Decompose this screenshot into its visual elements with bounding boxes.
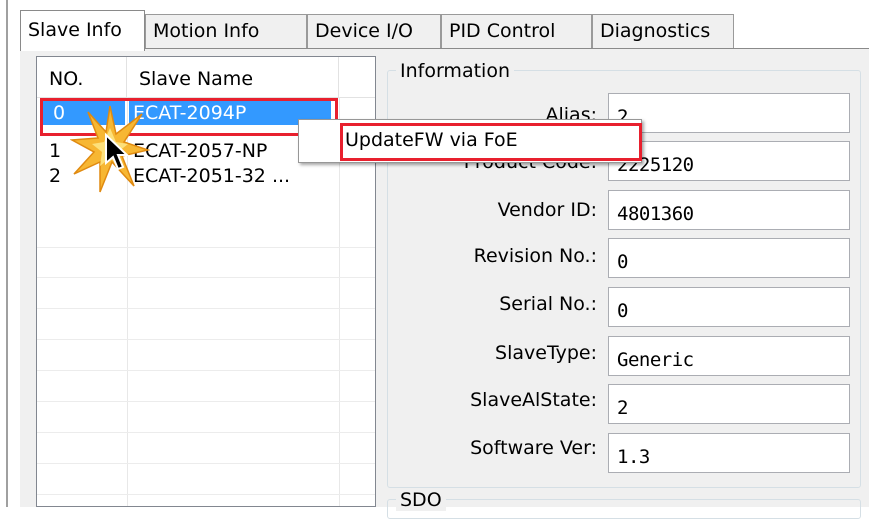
slave-type-label: SlaveType:: [495, 342, 597, 364]
grid-line: [37, 432, 375, 433]
tab-device-io[interactable]: Device I/O: [307, 14, 441, 48]
grid-line: [37, 277, 375, 278]
grid-line: [37, 247, 375, 248]
list-header: NO. Slave Name: [37, 57, 375, 98]
information-group-title: Information: [396, 60, 514, 82]
tab-slave-info[interactable]: Slave Info: [20, 10, 145, 51]
grid-line: [37, 494, 375, 495]
column-header-slave-name[interactable]: Slave Name: [127, 57, 339, 97]
grid-line: [37, 339, 375, 340]
slave-type-field[interactable]: Generic: [608, 336, 850, 376]
grid-line: [37, 308, 375, 309]
tab-diagnostics[interactable]: Diagnostics: [592, 14, 734, 48]
menu-item-highlight-box: [340, 123, 642, 161]
slave-al-state-label: SlaveAlState:: [470, 389, 597, 411]
grid-line: [37, 401, 375, 402]
alias-field[interactable]: 2: [608, 93, 850, 133]
software-ver-label: Software Ver:: [470, 437, 597, 459]
revision-no-field[interactable]: 0: [608, 238, 850, 278]
product-code-field[interactable]: 2225120: [608, 141, 850, 181]
arrow-cursor-icon: [105, 133, 130, 171]
revision-no-label: Revision No.:: [473, 245, 597, 267]
serial-no-label: Serial No.:: [499, 293, 597, 315]
software-ver-field[interactable]: 1.3: [608, 433, 850, 473]
tab-strip-baseline: [20, 48, 869, 49]
column-header-no[interactable]: NO.: [37, 57, 127, 97]
slave-name: ECAT-2051-32 ...: [133, 165, 291, 187]
vendor-id-label: Vendor ID:: [497, 199, 597, 221]
tab-motion-info[interactable]: Motion Info: [145, 14, 307, 48]
slave-al-state-field[interactable]: 2: [608, 384, 850, 424]
vendor-id-field[interactable]: 4801360: [608, 190, 850, 230]
sdo-groupbox: [387, 499, 861, 519]
sdo-group-title: SDO: [396, 489, 446, 511]
window-left-edge: [6, 0, 8, 507]
tab-pid-control[interactable]: PID Control: [441, 14, 592, 48]
grid-line: [37, 463, 375, 464]
grid-line: [37, 370, 375, 371]
serial-no-field[interactable]: 0: [608, 287, 850, 327]
